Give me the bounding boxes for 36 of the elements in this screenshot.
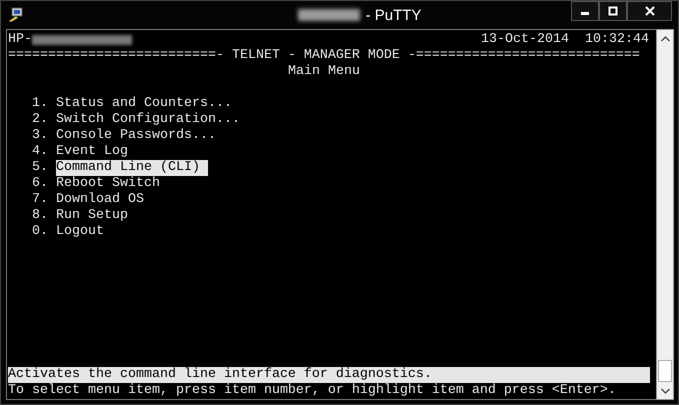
mode-heading: ==========================- TELNET - MANAGER MODE -============================ (8, 48, 640, 64)
scrollbar[interactable] (656, 29, 674, 400)
hint-text: To select menu item, press item number, or highlight item and press <Enter>. (8, 383, 616, 399)
menu-item[interactable]: Console Passwords... (56, 128, 224, 144)
close-icon (644, 6, 654, 16)
scroll-thumb[interactable] (658, 360, 672, 382)
item-number: 5. (32, 160, 49, 176)
down-caret-icon (660, 388, 670, 394)
item-number: 8. (32, 208, 49, 224)
blurred-block (298, 9, 360, 21)
menu-item[interactable]: Switch Configuration... (56, 112, 248, 128)
item-number: 1. (32, 96, 49, 112)
item-number: 2. (32, 112, 49, 128)
item-number: 0. (32, 224, 49, 240)
menu-item[interactable]: Command Line (CLI) (56, 160, 208, 176)
computer-icon[interactable] (8, 7, 24, 23)
hostname-prefix: HP- (8, 32, 32, 48)
minimize-button[interactable] (571, 1, 599, 21)
menu-item[interactable]: Run Setup (56, 208, 136, 224)
item-number: 4. (32, 144, 49, 160)
maximize-button[interactable] (599, 1, 627, 21)
menu-item[interactable]: Download OS (56, 192, 152, 208)
menu-title: Main Menu (288, 64, 360, 80)
item-number: 7. (32, 192, 49, 208)
maximize-icon (608, 6, 618, 16)
window-title: - PuTTY (366, 6, 422, 24)
menu-item[interactable]: Status and Counters... (56, 96, 240, 112)
help-text: Activates the command line interface for diagnostics. (8, 367, 432, 383)
item-number: 3. (32, 128, 49, 144)
menu-item[interactable]: Logout (56, 224, 112, 240)
date-time: 13-Oct-2014 10:32:44 (481, 32, 649, 48)
close-button[interactable] (627, 1, 672, 21)
item-number: 6. (32, 176, 49, 192)
menu-item[interactable]: Event Log (56, 144, 136, 160)
up-caret-icon (660, 36, 670, 42)
menu-item[interactable]: Reboot Switch (56, 176, 168, 192)
